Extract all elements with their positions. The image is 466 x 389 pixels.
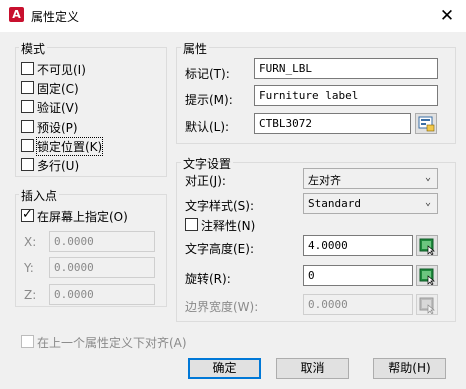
z-field[interactable]: 0.0000 [49, 284, 155, 305]
specify-on-screen-label: 在屏幕上指定(O) [37, 210, 128, 224]
tag-field[interactable]: FURN_LBL [254, 58, 438, 79]
pick-point-icon [419, 268, 435, 285]
autocad-app-icon: A [9, 7, 24, 22]
ok-button[interactable]: 确定 [188, 358, 261, 379]
insertion-point-group-label: 插入点 [19, 187, 60, 204]
rotation-label: 旋转(R): [185, 272, 231, 286]
text-settings-group-label: 文字设置 [181, 155, 234, 172]
lock-position-checkbox[interactable] [21, 139, 34, 152]
annotative-label: 注释性(N) [201, 219, 256, 233]
boundary-width-label: 边界宽度(W): [185, 300, 259, 314]
invisible-checkbox[interactable] [21, 62, 34, 75]
pick-point-icon [419, 297, 435, 314]
cancel-button[interactable]: 取消 [276, 358, 349, 379]
justification-dropdown[interactable]: 左对齐 ⌄ [303, 168, 438, 189]
close-icon[interactable]: ✕ [436, 5, 458, 27]
constant-checkbox[interactable] [21, 81, 34, 94]
pick-point-icon [419, 238, 435, 255]
text-height-label: 文字高度(E): [185, 242, 254, 256]
default-label: 默认(L): [185, 120, 230, 134]
verify-checkbox[interactable] [21, 100, 34, 113]
text-style-value: Standard [308, 197, 361, 210]
multiline-checkbox[interactable] [21, 158, 34, 171]
insert-field-button[interactable] [415, 113, 437, 134]
window-title: 属性定义 [31, 10, 80, 24]
boundary-width-field[interactable]: 0.0000 [303, 294, 413, 315]
text-style-dropdown[interactable]: Standard ⌄ [303, 193, 438, 214]
mode-group-label: 模式 [19, 40, 48, 57]
text-height-pick-button[interactable] [416, 235, 438, 256]
text-style-label: 文字样式(S): [185, 199, 255, 213]
attribute-group-label: 属性 [181, 40, 210, 57]
boundary-width-pick-button[interactable] [416, 294, 438, 315]
preset-checkbox[interactable] [21, 120, 34, 133]
help-button[interactable]: 帮助(H) [373, 358, 446, 379]
rotation-field[interactable]: 0 [303, 265, 413, 286]
preset-label: 预设(P) [37, 121, 78, 135]
constant-label: 固定(C) [37, 82, 79, 96]
tag-label: 标记(T): [185, 67, 230, 81]
multiline-label: 多行(U) [37, 159, 80, 173]
invisible-label: 不可见(I) [37, 63, 86, 77]
prompt-label: 提示(M): [185, 93, 233, 107]
verify-label: 验证(V) [37, 101, 79, 115]
text-height-field[interactable]: 4.0000 [303, 235, 413, 256]
lock-position-label: 锁定位置(K) [35, 137, 104, 156]
align-below-label: 在上一个属性定义下对齐(A) [37, 336, 187, 350]
y-field[interactable]: 0.0000 [49, 257, 155, 278]
justification-label: 对正(J): [185, 174, 226, 188]
align-below-checkbox[interactable] [21, 335, 34, 348]
x-field[interactable]: 0.0000 [49, 231, 155, 252]
annotative-checkbox[interactable] [185, 218, 198, 231]
specify-on-screen-checkbox[interactable] [21, 207, 34, 222]
chevron-down-icon: ⌄ [424, 197, 431, 208]
default-field[interactable]: CTBL3072 [254, 113, 411, 134]
rotation-pick-button[interactable] [416, 265, 438, 286]
justification-value: 左对齐 [308, 174, 341, 187]
chevron-down-icon: ⌄ [424, 172, 431, 183]
x-label: X: [24, 235, 37, 249]
prompt-field[interactable]: Furniture label [254, 85, 438, 106]
z-label: Z: [24, 288, 37, 302]
insert-field-icon [418, 116, 435, 132]
y-label: Y: [24, 261, 34, 275]
